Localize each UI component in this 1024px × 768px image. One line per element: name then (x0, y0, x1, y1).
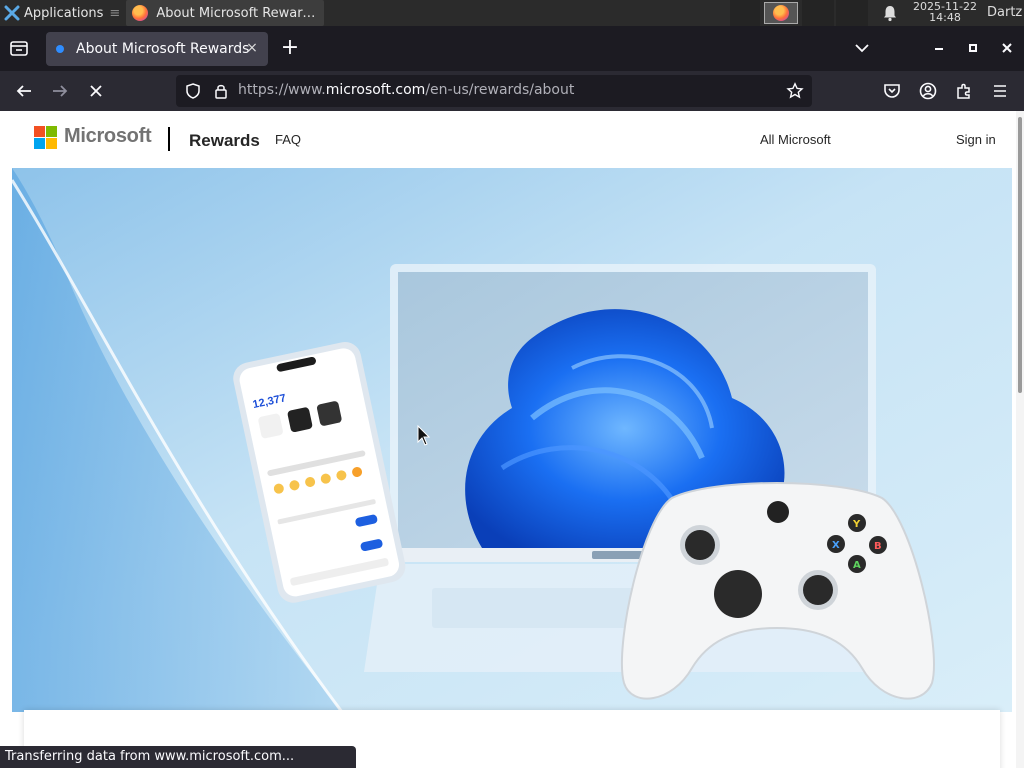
browser-tab-strip: About Microsoft Rewards × + (0, 26, 1024, 71)
applications-menu-button[interactable]: Applications ≡ (0, 0, 124, 26)
forward-arrow-icon[interactable] (50, 81, 70, 101)
svg-text:B: B (874, 541, 882, 552)
tray-spacer (730, 0, 760, 26)
taskbar-window-title: About Microsoft Reward... (156, 5, 319, 21)
hamburger-menu-icon[interactable] (990, 81, 1010, 101)
scrollbar-thumb[interactable] (1018, 117, 1022, 393)
svg-text:A: A (853, 560, 861, 571)
tray-workspace-2[interactable] (836, 0, 868, 26)
tab-title: About Microsoft Rewards (76, 41, 250, 57)
loading-favicon-icon (56, 45, 64, 53)
status-bar: Transferring data from www.microsoft.com… (0, 746, 356, 768)
notification-bell-icon[interactable] (881, 4, 899, 22)
url-path: /en-us/rewards/about (425, 82, 575, 98)
back-arrow-icon[interactable] (14, 81, 34, 101)
all-microsoft-menu[interactable]: All Microsoft (760, 132, 831, 147)
clock-time: 14:48 (929, 11, 961, 24)
taskbar-window-firefox[interactable]: About Microsoft Reward... (126, 0, 325, 26)
svg-text:Y: Y (852, 519, 861, 530)
applications-label: Applications (24, 5, 104, 21)
sign-in-link[interactable]: Sign in (956, 132, 996, 147)
account-icon[interactable] (918, 81, 938, 101)
svg-text:X: X (832, 540, 840, 551)
web-page: Microsoft Rewards FAQ All Microsoft Sign… (0, 111, 1024, 768)
xfce-logo-icon (4, 5, 20, 21)
address-bar[interactable]: https://www.microsoft.com/en-us/rewards/… (176, 75, 812, 107)
user-menu[interactable]: Dartz (987, 5, 1022, 20)
clock[interactable]: 2025-11-22 14:48 (910, 1, 980, 23)
microsoft-wordmark[interactable]: Microsoft (64, 125, 152, 148)
close-window-icon[interactable] (997, 38, 1017, 58)
bookmark-star-icon[interactable] (786, 82, 804, 100)
browser-navigation-bar: https://www.microsoft.com/en-us/rewards/… (0, 71, 1024, 111)
tray-workspace-1[interactable] (802, 0, 834, 26)
faq-link[interactable]: FAQ (275, 132, 301, 147)
new-tab-button[interactable]: + (280, 37, 300, 59)
rewards-link[interactable]: Rewards (189, 131, 260, 151)
page-scrollbar[interactable] (1016, 111, 1024, 768)
maximize-window-icon[interactable] (963, 38, 983, 58)
tracking-protection-shield-icon[interactable] (184, 82, 202, 100)
logo-square-yellow (46, 138, 57, 149)
logo-square-blue (34, 138, 45, 149)
minimize-window-icon[interactable] (929, 38, 949, 58)
logo-square-red (34, 126, 45, 137)
url-host: microsoft.com (325, 82, 426, 98)
tab-close-icon[interactable]: × (244, 40, 260, 56)
desktop-taskbar: Applications ≡ About Microsoft Reward...… (0, 0, 1024, 26)
list-all-tabs-chevron-icon[interactable] (852, 38, 872, 58)
firefox-icon (132, 5, 149, 21)
firefox-view-icon[interactable] (8, 37, 30, 59)
url-prefix: https://www. (238, 82, 326, 98)
stop-loading-icon[interactable] (86, 81, 106, 101)
microsoft-logo-icon[interactable] (34, 126, 57, 149)
logo-square-green (46, 126, 57, 137)
lock-icon[interactable] (212, 82, 230, 100)
header-divider (168, 127, 170, 151)
tray-firefox-launcher[interactable] (764, 2, 798, 24)
menu-separator-glyph: ≡ (109, 5, 121, 21)
mouse-pointer-icon (417, 425, 431, 446)
pocket-icon[interactable] (882, 81, 902, 101)
site-header: Microsoft Rewards FAQ All Microsoft Sign… (0, 111, 1016, 168)
extensions-puzzle-icon[interactable] (954, 81, 974, 101)
firefox-tray-icon (773, 5, 789, 21)
tab-about-microsoft-rewards[interactable]: About Microsoft Rewards × (46, 32, 268, 66)
hero-banner-image: 12,377 Y X B A (12, 168, 1012, 712)
url-text[interactable]: https://www.microsoft.com/en-us/rewards/… (238, 82, 574, 98)
